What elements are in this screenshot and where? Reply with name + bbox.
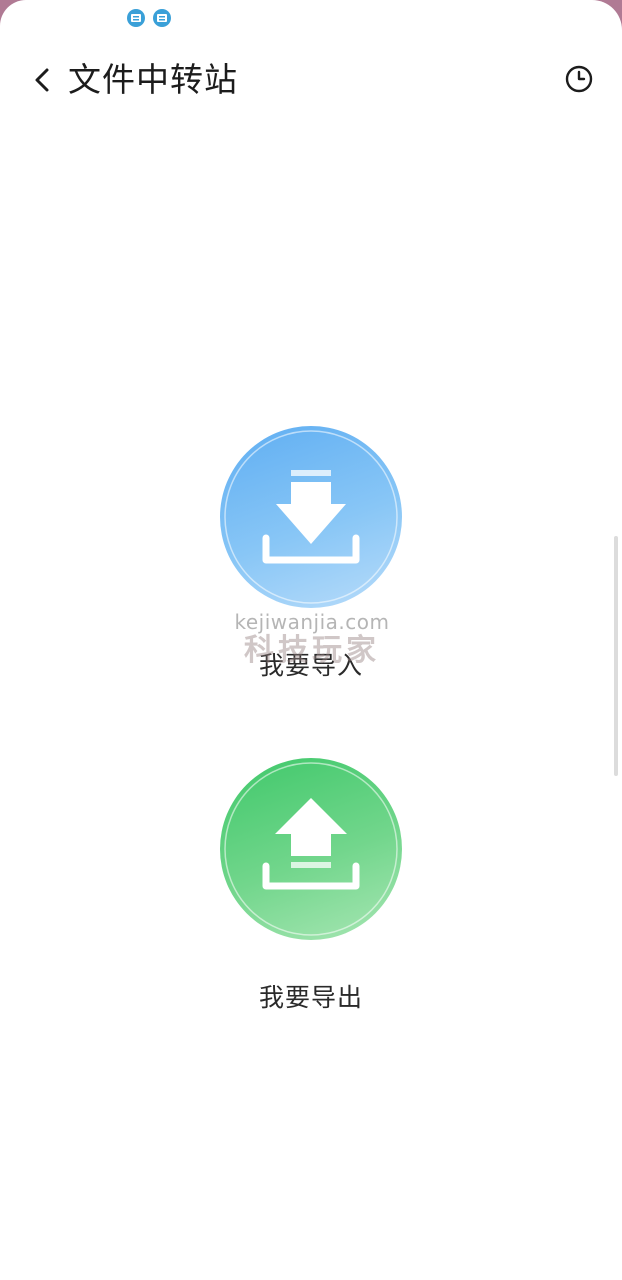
clock-icon xyxy=(565,65,593,93)
export-button[interactable] xyxy=(220,758,402,940)
edge-panel-handle[interactable] xyxy=(614,536,618,776)
notification-app-icon xyxy=(127,9,145,27)
app-screen: 文件中转站 我要导入 kejiwanjia.com 科技玩家 我要导出 xyxy=(0,0,622,1280)
download-tray-icon xyxy=(224,430,398,604)
import-button[interactable] xyxy=(220,426,402,608)
history-button[interactable] xyxy=(564,64,594,94)
upload-tray-icon xyxy=(224,762,398,936)
import-label[interactable]: 我要导入 xyxy=(0,646,622,682)
notification-app-icon xyxy=(153,9,171,27)
app-header: 文件中转站 xyxy=(0,52,622,108)
watermark-url: kejiwanjia.com xyxy=(234,610,390,634)
chevron-left-icon xyxy=(35,68,49,92)
status-bar-icons xyxy=(126,8,172,28)
export-label[interactable]: 我要导出 xyxy=(0,978,622,1014)
back-button[interactable] xyxy=(26,62,58,98)
page-title: 文件中转站 xyxy=(68,60,238,99)
